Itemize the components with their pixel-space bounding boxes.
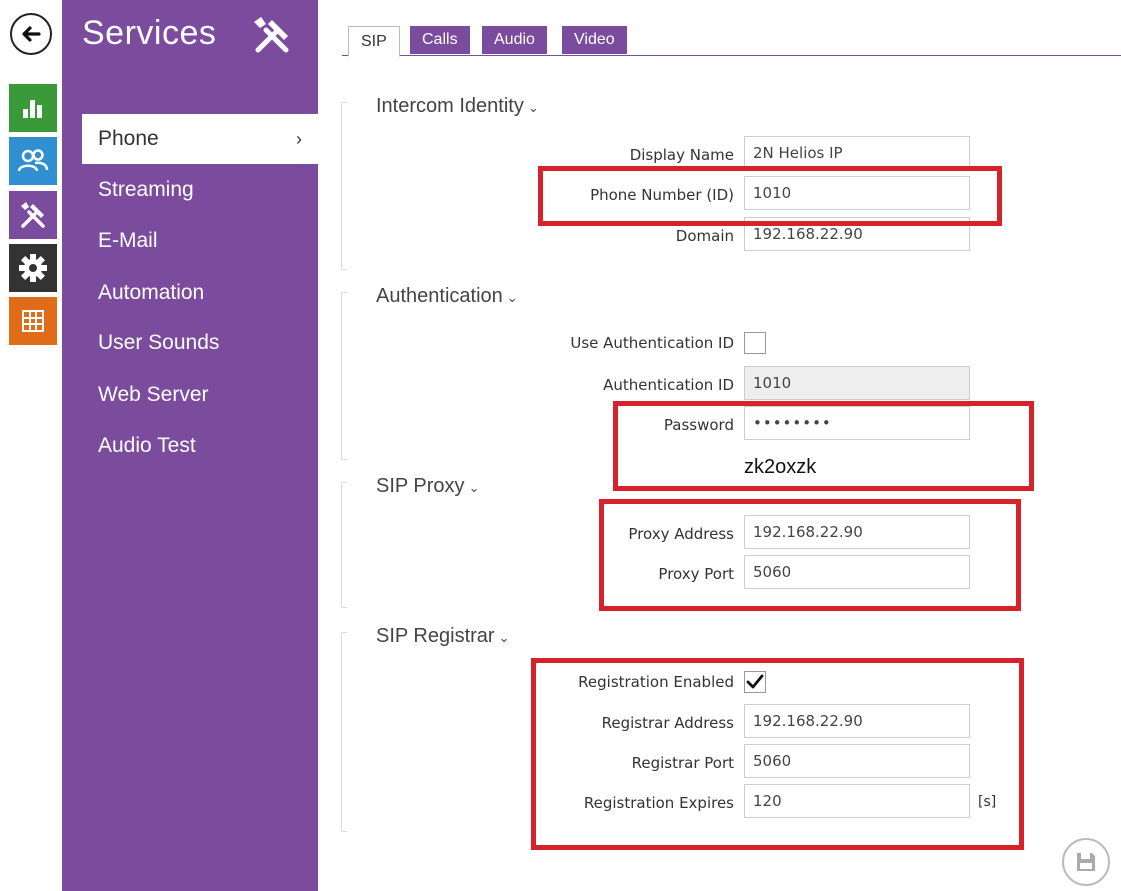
section-bracket	[341, 102, 347, 270]
sidebar-item-label: Phone	[98, 127, 159, 150]
display-name-label: Display Name	[629, 146, 734, 164]
rail-directory-button[interactable]	[9, 137, 57, 185]
use-auth-id-checkbox[interactable]	[744, 332, 766, 354]
tools-icon	[254, 17, 289, 53]
sidebar-item-label: E-Mail	[98, 229, 158, 252]
sidebar: Services Phone › Streaming E-Mail Automa…	[62, 0, 318, 891]
sidebar-item-phone[interactable]: Phone ›	[82, 114, 318, 164]
tab-calls[interactable]: Calls	[410, 26, 470, 54]
tab-bar: SIP Calls Audio Video	[342, 26, 1121, 57]
section-title-sip-registrar[interactable]: SIP Registrar ⌄	[376, 625, 509, 648]
grid-icon	[22, 310, 44, 332]
highlight-box-phone-number	[538, 166, 1002, 226]
chevron-down-icon: ⌄	[527, 100, 539, 115]
tab-video[interactable]: Video	[562, 26, 627, 54]
section-title-identity[interactable]: Intercom Identity ⌄	[376, 95, 539, 118]
tab-audio[interactable]: Audio	[482, 26, 547, 54]
back-button[interactable]	[10, 13, 52, 55]
auth-id-field[interactable]: 1010	[744, 366, 970, 400]
rail-system-button[interactable]	[9, 297, 57, 345]
users-icon	[17, 149, 49, 172]
sidebar-item-streaming[interactable]: Streaming	[62, 165, 318, 215]
use-auth-id-label: Use Authentication ID	[570, 334, 734, 352]
rail-status-button[interactable]	[9, 84, 57, 132]
bar-chart-icon	[23, 100, 42, 118]
section-bracket	[341, 632, 347, 832]
section-title-label: SIP Proxy	[376, 475, 465, 497]
sidebar-item-label: Audio Test	[98, 434, 196, 457]
sidebar-item-label: Automation	[98, 281, 205, 304]
section-title-label: Authentication	[376, 285, 503, 307]
section-title-label: SIP Registrar	[376, 625, 495, 647]
section-title-label: Intercom Identity	[376, 95, 524, 117]
sidebar-title: Services	[82, 14, 217, 52]
chevron-down-icon: ⌄	[498, 630, 510, 645]
sidebar-item-label: User Sounds	[98, 331, 220, 354]
tab-sip[interactable]: SIP	[348, 26, 400, 57]
sidebar-item-audio-test[interactable]: Audio Test	[62, 421, 318, 471]
section-title-authentication[interactable]: Authentication ⌄	[376, 285, 518, 308]
highlight-box-registrar	[531, 658, 1024, 850]
sidebar-item-label: Streaming	[98, 178, 194, 201]
section-title-sip-proxy[interactable]: SIP Proxy ⌄	[376, 475, 479, 498]
arrow-left-icon	[22, 26, 41, 42]
save-icon	[1077, 853, 1095, 871]
display-name-field[interactable]: 2N Helios IP	[744, 136, 970, 170]
chevron-right-icon: ›	[296, 128, 302, 149]
section-bracket	[341, 292, 347, 460]
sidebar-item-label: Web Server	[98, 383, 209, 406]
tools-icon	[21, 202, 45, 228]
chevron-down-icon: ⌄	[506, 290, 518, 305]
sidebar-item-automation[interactable]: Automation	[62, 268, 318, 318]
sidebar-item-web-server[interactable]: Web Server	[62, 370, 318, 420]
chevron-down-icon: ⌄	[468, 480, 480, 495]
save-button[interactable]	[1062, 838, 1110, 886]
sidebar-item-email[interactable]: E-Mail	[62, 216, 318, 266]
gear-icon	[19, 254, 47, 282]
highlight-box-proxy	[599, 499, 1021, 611]
domain-label: Domain	[675, 227, 734, 245]
rail-services-button[interactable]	[9, 191, 57, 239]
section-bracket	[341, 482, 347, 608]
rail-hardware-button[interactable]	[9, 244, 57, 292]
auth-id-label: Authentication ID	[603, 376, 734, 394]
sidebar-item-user-sounds[interactable]: User Sounds	[62, 318, 318, 368]
highlight-box-password	[613, 401, 1034, 491]
